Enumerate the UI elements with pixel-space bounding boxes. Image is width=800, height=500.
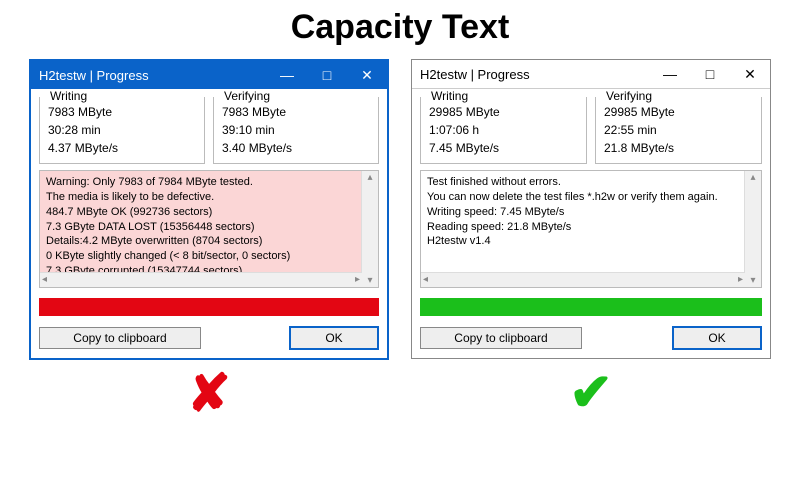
titlebar: H2testw | Progress — □ ✕	[31, 61, 387, 89]
minimize-icon[interactable]: —	[267, 61, 307, 89]
verify-bytes: 7983 MByte	[222, 103, 370, 121]
writing-bytes: 29985 MByte	[429, 103, 578, 121]
writing-bytes: 7983 MByte	[48, 103, 196, 121]
log-line: Writing speed: 7.45 MByte/s	[427, 205, 755, 220]
log-line: The media is likely to be defective.	[46, 190, 372, 205]
log-line: Test finished without errors.	[427, 175, 755, 190]
panel-verifying: Verifying 29985 MByte 22:55 min 21.8 MBy…	[595, 97, 762, 164]
panel-title: Writing	[427, 89, 472, 103]
scrollbar-horizontal[interactable]: ◂▸	[40, 272, 362, 287]
writing-time: 30:28 min	[48, 121, 196, 139]
log-line: Warning: Only 7983 of 7984 MByte tested.	[46, 175, 372, 190]
writing-speed: 7.45 MByte/s	[429, 139, 578, 157]
log-line: Reading speed: 21.8 MByte/s	[427, 220, 755, 235]
progress-bar	[420, 298, 762, 316]
verify-speed: 3.40 MByte/s	[222, 139, 370, 157]
panel-title: Writing	[46, 89, 91, 103]
maximize-icon[interactable]: □	[307, 61, 347, 89]
scrollbar-horizontal[interactable]: ◂▸	[421, 272, 745, 287]
log-line: You can now delete the test files *.h2w …	[427, 190, 755, 205]
copy-button[interactable]: Copy to clipboard	[39, 327, 201, 349]
log-line: 484.7 MByte OK (992736 sectors)	[46, 205, 372, 220]
window-ok: H2testw | Progress — □ ✕ Writing 29985 M…	[411, 59, 771, 359]
panel-title: Verifying	[602, 89, 656, 103]
ok-button[interactable]: OK	[289, 326, 379, 350]
scrollbar-vertical[interactable]: ▴▾	[744, 171, 761, 287]
minimize-icon[interactable]: —	[650, 60, 690, 88]
ok-mark-icon: ✔	[569, 363, 613, 423]
window-fail: H2testw | Progress — □ ✕ Writing 7983 MB…	[29, 59, 389, 360]
verify-bytes: 29985 MByte	[604, 103, 753, 121]
log-line: Details:4.2 MByte overwritten (8704 sect…	[46, 234, 372, 249]
log-box: Warning: Only 7983 of 7984 MByte tested.…	[39, 170, 379, 288]
window-title: H2testw | Progress	[420, 67, 650, 82]
panel-writing: Writing 29985 MByte 1:07:06 h 7.45 MByte…	[420, 97, 587, 164]
fail-mark-icon: ✘	[187, 364, 231, 424]
verify-time: 39:10 min	[222, 121, 370, 139]
titlebar: H2testw | Progress — □ ✕	[412, 60, 770, 89]
scrollbar-vertical[interactable]: ▴▾	[361, 171, 378, 287]
progress-bar	[39, 298, 379, 316]
maximize-icon[interactable]: □	[690, 60, 730, 88]
log-line: 7.3 GByte DATA LOST (15356448 sectors)	[46, 220, 372, 235]
writing-speed: 4.37 MByte/s	[48, 139, 196, 157]
verify-time: 22:55 min	[604, 121, 753, 139]
log-line: H2testw v1.4	[427, 234, 755, 249]
panel-verifying: Verifying 7983 MByte 39:10 min 3.40 MByt…	[213, 97, 379, 164]
close-icon[interactable]: ✕	[730, 60, 770, 88]
verify-speed: 21.8 MByte/s	[604, 139, 753, 157]
panel-writing: Writing 7983 MByte 30:28 min 4.37 MByte/…	[39, 97, 205, 164]
log-box: Test finished without errors. You can no…	[420, 170, 762, 288]
log-line: 0 KByte slightly changed (< 8 bit/sector…	[46, 249, 372, 264]
window-title: H2testw | Progress	[39, 68, 267, 83]
panel-title: Verifying	[220, 89, 274, 103]
writing-time: 1:07:06 h	[429, 121, 578, 139]
copy-button[interactable]: Copy to clipboard	[420, 327, 582, 349]
ok-button[interactable]: OK	[672, 326, 762, 350]
close-icon[interactable]: ✕	[347, 61, 387, 89]
page-title: Capacity Text	[0, 8, 800, 47]
